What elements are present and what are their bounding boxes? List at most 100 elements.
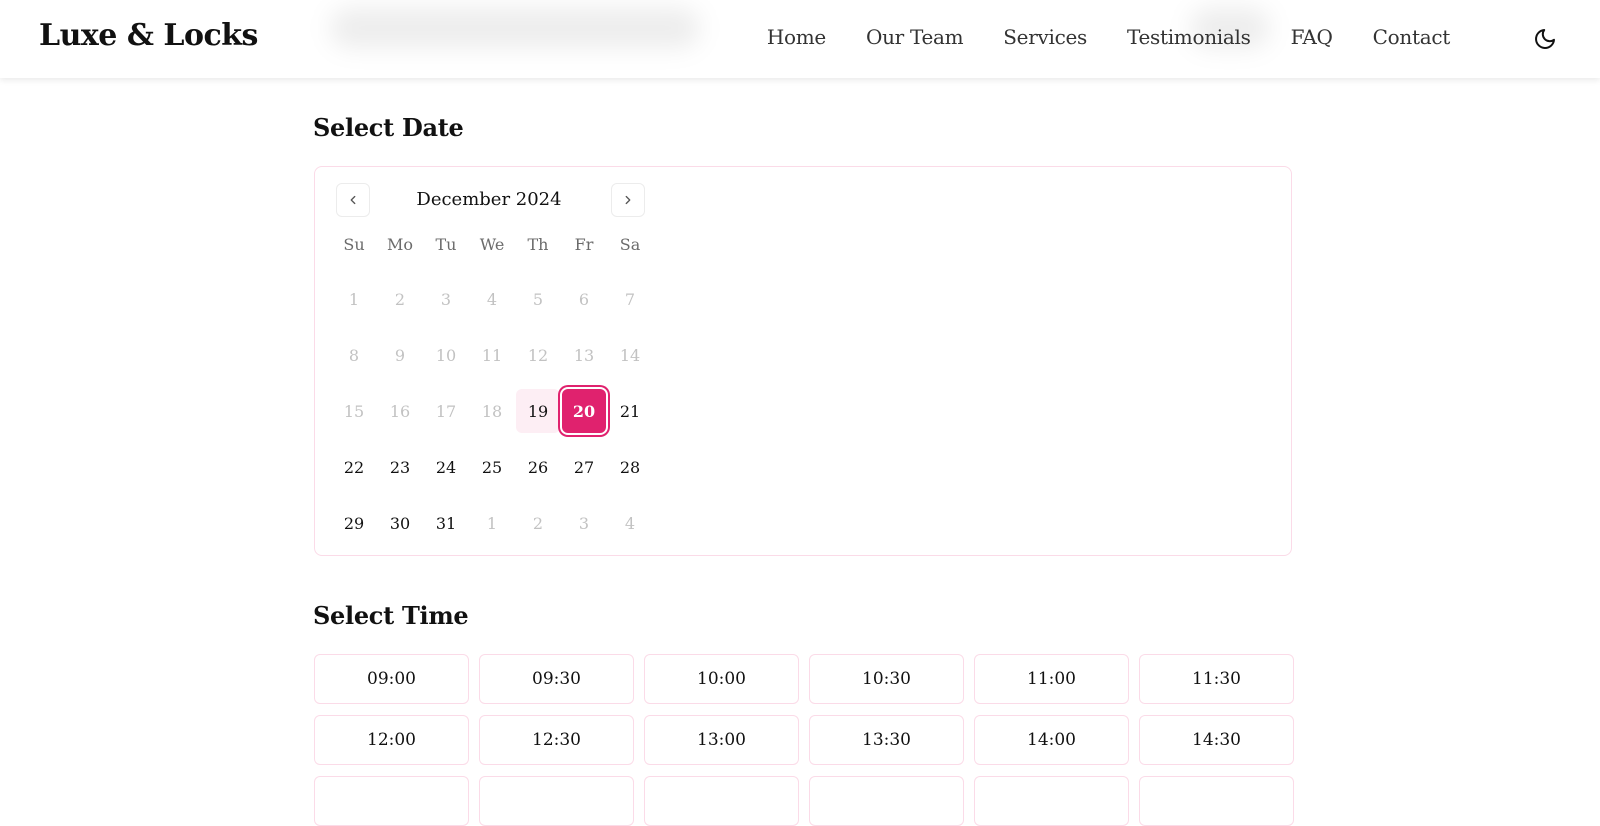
calendar-day[interactable]: 24 bbox=[423, 439, 469, 495]
weekday-header: Su Mo Tu We Th Fr Sa bbox=[331, 235, 653, 254]
time-slot-button[interactable]: 10:00 bbox=[644, 654, 799, 704]
weekday-label: Fr bbox=[574, 235, 594, 254]
calendar-day-label: 30 bbox=[389, 513, 411, 533]
calendar-day-selected[interactable]: 20 bbox=[561, 383, 607, 439]
calendar-day: 2 bbox=[377, 271, 423, 327]
next-month-button[interactable] bbox=[611, 183, 645, 217]
time-slot-button[interactable]: 09:30 bbox=[479, 654, 634, 704]
time-slot-button[interactable] bbox=[1139, 776, 1294, 826]
time-slot-button[interactable]: 13:30 bbox=[809, 715, 964, 765]
calendar-day-label: 15 bbox=[343, 401, 365, 421]
calendar-day: 4 bbox=[469, 271, 515, 327]
calendar-day-label: 16 bbox=[389, 401, 411, 421]
brand-logo[interactable]: Luxe & Locks bbox=[39, 18, 258, 53]
calendar-day[interactable]: 29 bbox=[331, 495, 377, 551]
calendar-day-label: 19 bbox=[516, 389, 560, 433]
calendar-day: 6 bbox=[561, 271, 607, 327]
calendar-day: 5 bbox=[515, 271, 561, 327]
time-slot-button[interactable] bbox=[314, 776, 469, 826]
calendar-day: 16 bbox=[377, 383, 423, 439]
calendar-day: 9 bbox=[377, 327, 423, 383]
theme-toggle-button[interactable] bbox=[1530, 24, 1560, 54]
time-slot-button[interactable] bbox=[644, 776, 799, 826]
calendar-day-label: 10 bbox=[435, 345, 457, 365]
calendar-day[interactable]: 23 bbox=[377, 439, 423, 495]
calendar-day-label: 11 bbox=[481, 345, 503, 365]
calendar-day-label: 2 bbox=[532, 513, 544, 533]
calendar-day: 1 bbox=[331, 271, 377, 327]
calendar-day[interactable]: 3 bbox=[561, 495, 607, 551]
calendar-day-label: 6 bbox=[578, 289, 590, 309]
nav-contact[interactable]: Contact bbox=[1373, 25, 1451, 49]
calendar-day-label: 13 bbox=[573, 345, 595, 365]
calendar-day: 11 bbox=[469, 327, 515, 383]
calendar-day-label: 20 bbox=[562, 389, 606, 433]
previous-month-button[interactable] bbox=[336, 183, 370, 217]
time-slot-button[interactable]: 13:00 bbox=[644, 715, 799, 765]
calendar-day-label: 5 bbox=[532, 289, 544, 309]
calendar-month-label: December 2024 bbox=[416, 189, 562, 210]
calendar-day-label: 29 bbox=[343, 513, 365, 533]
time-slot-button[interactable]: 09:00 bbox=[314, 654, 469, 704]
calendar-day-label: 9 bbox=[394, 345, 406, 365]
calendar-day[interactable]: 26 bbox=[515, 439, 561, 495]
moon-icon bbox=[1535, 29, 1555, 49]
calendar-day-label: 31 bbox=[435, 513, 457, 533]
weekday-label: We bbox=[479, 235, 505, 254]
calendar-day[interactable]: 27 bbox=[561, 439, 607, 495]
calendar-day-label: 1 bbox=[348, 289, 360, 309]
calendar-day-label: 24 bbox=[435, 457, 457, 477]
calendar-day[interactable]: 22 bbox=[331, 439, 377, 495]
time-slot-button[interactable]: 12:00 bbox=[314, 715, 469, 765]
time-slot-grid: 09:00 09:30 10:00 10:30 11:00 11:30 12:00 12:30… bbox=[314, 654, 1294, 826]
time-slot-button[interactable]: 12:30 bbox=[479, 715, 634, 765]
calendar-day[interactable]: 1 bbox=[469, 495, 515, 551]
nav-faq[interactable]: FAQ bbox=[1291, 25, 1333, 49]
calendar-day-label: 22 bbox=[343, 457, 365, 477]
nav-home[interactable]: Home bbox=[767, 25, 826, 49]
weekday-label: Sa bbox=[619, 235, 641, 254]
calendar-day[interactable]: 2 bbox=[515, 495, 561, 551]
calendar-day-label: 4 bbox=[486, 289, 498, 309]
chevron-right-icon bbox=[625, 195, 631, 205]
time-slot-button[interactable]: 14:30 bbox=[1139, 715, 1294, 765]
calendar-day[interactable]: 31 bbox=[423, 495, 469, 551]
select-time-heading: Select Time bbox=[313, 601, 469, 630]
calendar-day: 3 bbox=[423, 271, 469, 327]
calendar-day-label: 7 bbox=[624, 289, 636, 309]
time-slot-button[interactable] bbox=[974, 776, 1129, 826]
date-calendar: December 2024 Su Mo Tu We Th Fr Sa 12345… bbox=[314, 166, 1292, 556]
nav-services[interactable]: Services bbox=[1003, 25, 1087, 49]
time-slot-button[interactable] bbox=[809, 776, 964, 826]
time-slot-button[interactable]: 11:30 bbox=[1139, 654, 1294, 704]
weekday-label: Th bbox=[527, 235, 549, 254]
calendar-day-grid: 1 2 3 4 5 6 7 8 9 10 11 12 13 14 15 16 17 18 19 20 21 22 23 24 2… bbox=[331, 271, 653, 551]
calendar-day[interactable]: 25 bbox=[469, 439, 515, 495]
time-slot-button[interactable]: 10:30 bbox=[809, 654, 964, 704]
calendar-day-label: 2 bbox=[394, 289, 406, 309]
calendar-day[interactable]: 30 bbox=[377, 495, 423, 551]
weekday-label: Mo bbox=[386, 235, 413, 254]
time-slot-button[interactable]: 11:00 bbox=[974, 654, 1129, 704]
calendar-day-label: 8 bbox=[348, 345, 360, 365]
calendar-day: 8 bbox=[331, 327, 377, 383]
calendar-day[interactable]: 28 bbox=[607, 439, 653, 495]
site-header: Luxe & Locks Home Our Team Services Test… bbox=[0, 0, 1600, 78]
nav-testimonials[interactable]: Testimonials bbox=[1127, 25, 1251, 49]
calendar-day: 15 bbox=[331, 383, 377, 439]
calendar-day: 7 bbox=[607, 271, 653, 327]
calendar-day-label: 18 bbox=[481, 401, 503, 421]
calendar-day-label: 26 bbox=[527, 457, 549, 477]
calendar-day-label: 23 bbox=[389, 457, 411, 477]
calendar-day-label: 12 bbox=[527, 345, 549, 365]
calendar-day: 14 bbox=[607, 327, 653, 383]
time-slot-button[interactable]: 14:00 bbox=[974, 715, 1129, 765]
calendar-day-label: 4 bbox=[624, 513, 636, 533]
time-slot-button[interactable] bbox=[479, 776, 634, 826]
calendar-day: 17 bbox=[423, 383, 469, 439]
nav-our-team[interactable]: Our Team bbox=[866, 25, 964, 49]
calendar-day[interactable]: 4 bbox=[607, 495, 653, 551]
calendar-day-label: 21 bbox=[619, 401, 641, 421]
calendar-day[interactable]: 21 bbox=[607, 383, 653, 439]
calendar-day-label: 3 bbox=[578, 513, 590, 533]
